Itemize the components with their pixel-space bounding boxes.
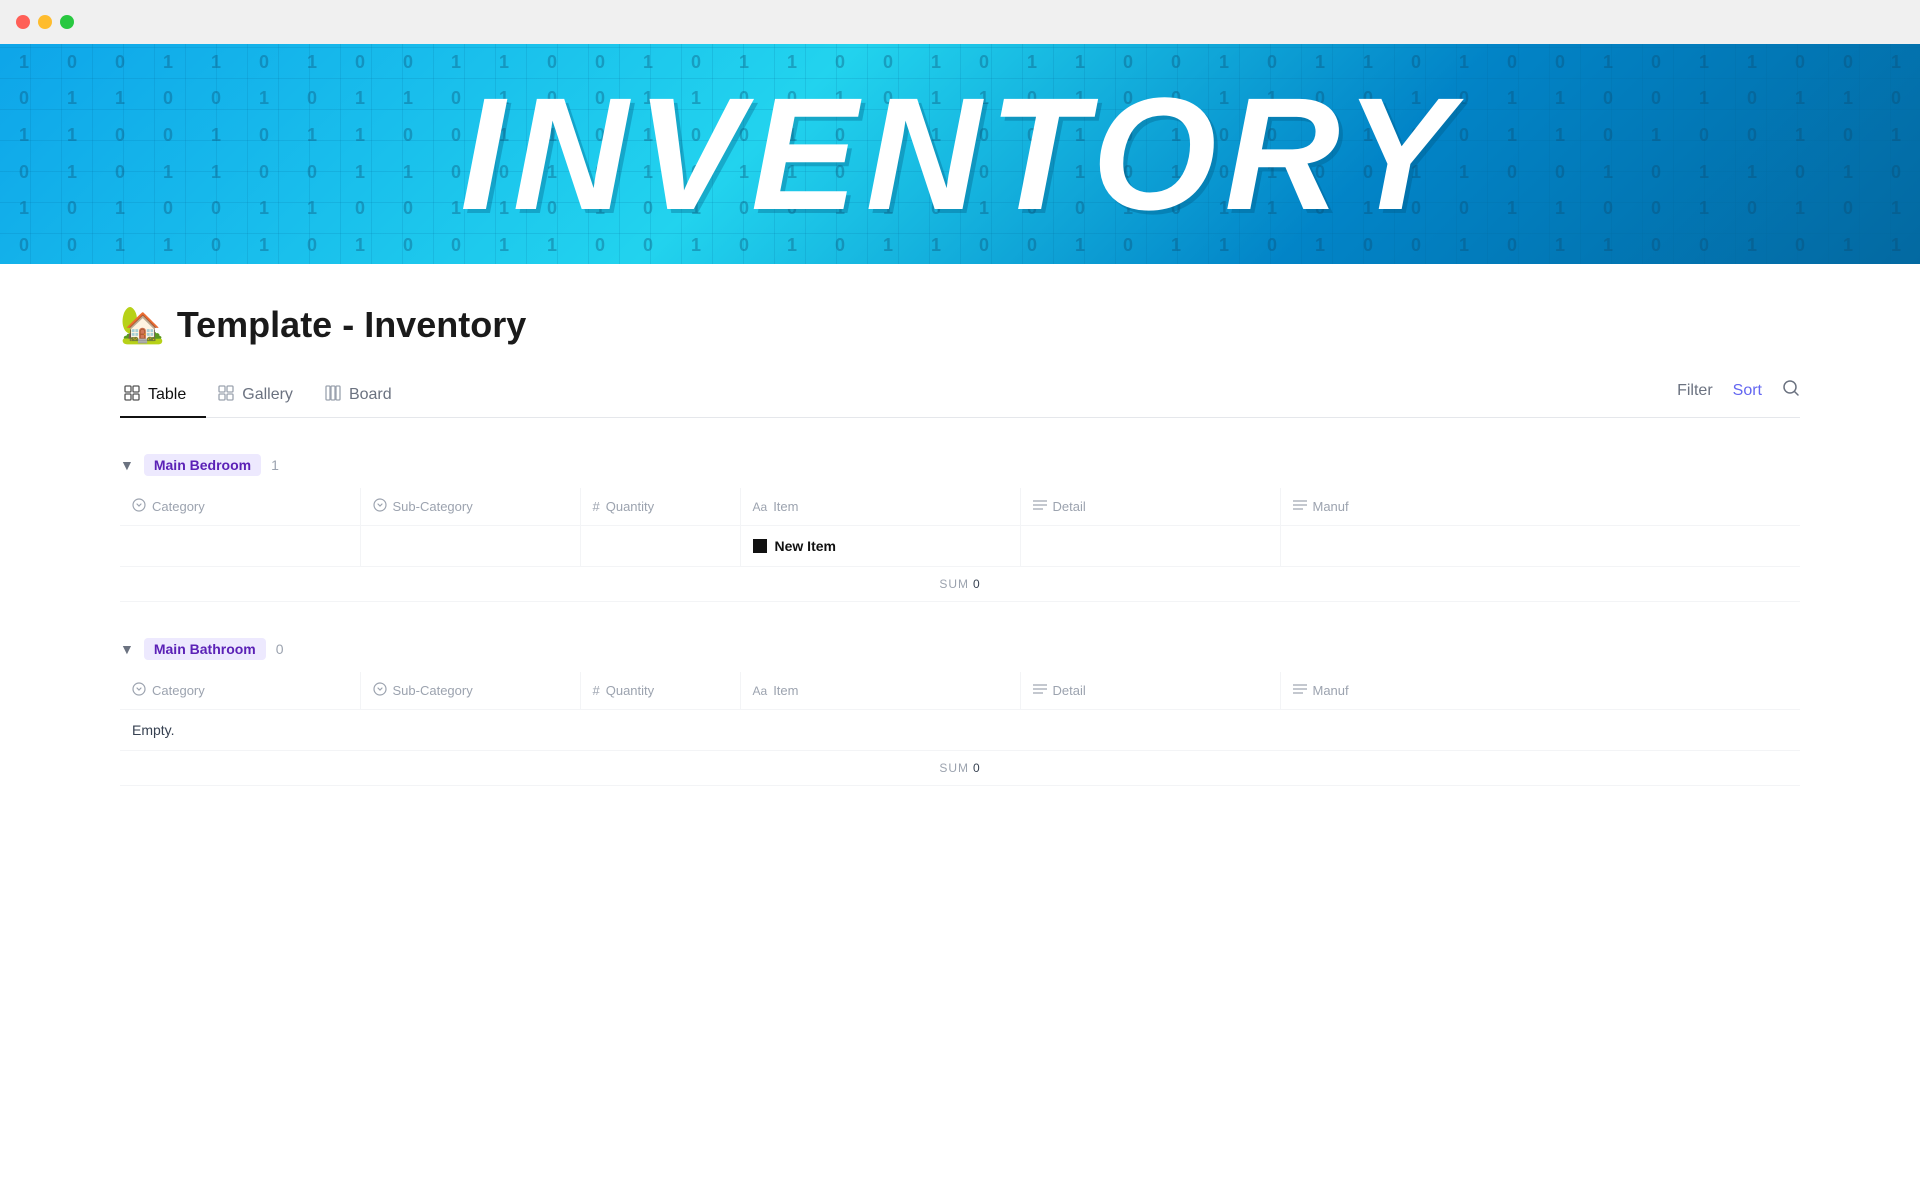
quantity-number-icon-2: #: [593, 683, 600, 698]
tabs-left: Table Gallery: [120, 374, 420, 417]
group-main-bathroom-count: 0: [276, 641, 284, 657]
group-main-bedroom-table: Category Sub-Category #: [120, 488, 1800, 567]
sum-value: 0: [973, 577, 981, 591]
filter-button[interactable]: Filter: [1677, 382, 1713, 400]
page-title-emoji: 🏡: [120, 304, 165, 346]
tabs-row: Table Gallery: [120, 374, 1800, 418]
col-header-detail: Detail: [1020, 488, 1280, 526]
group-main-bedroom-chevron[interactable]: ▼: [120, 457, 134, 473]
close-button[interactable]: [16, 15, 30, 29]
tab-table-label: Table: [148, 386, 186, 404]
group-main-bedroom-count: 1: [271, 457, 279, 473]
hero-title: INVENTORY: [460, 74, 1460, 234]
group-main-bathroom-table: Category Sub-Category #: [120, 672, 1800, 751]
item-text-icon: Aa: [753, 500, 768, 514]
table-empty-row: Empty.: [120, 710, 1800, 751]
sort-button[interactable]: Sort: [1733, 382, 1762, 400]
titlebar: [0, 0, 1920, 44]
category-select-icon-2: [132, 682, 146, 699]
detail-text-icon-2: [1033, 683, 1047, 698]
minimize-button[interactable]: [38, 15, 52, 29]
col-header-item: Aa Item: [740, 488, 1020, 526]
tab-board-label: Board: [349, 386, 392, 404]
cell-detail[interactable]: [1020, 526, 1280, 567]
subcategory-select-icon-2: [373, 682, 387, 699]
group-main-bathroom-chevron[interactable]: ▼: [120, 641, 134, 657]
main-content: 🏡 Template - Inventory Table: [0, 264, 1920, 826]
page-title-row: 🏡 Template - Inventory: [120, 304, 1800, 346]
group-main-bedroom: ▼ Main Bedroom 1 Category: [120, 446, 1800, 602]
cell-subcategory[interactable]: [360, 526, 580, 567]
tab-gallery[interactable]: Gallery: [214, 375, 313, 418]
col-header-item-2: Aa Item: [740, 672, 1020, 710]
col-header-category: Category: [120, 488, 360, 526]
group-main-bedroom-label[interactable]: Main Bedroom: [144, 454, 261, 476]
col-header-manuf-2: Manuf: [1280, 672, 1800, 710]
sum-label-2: SUM: [939, 761, 969, 775]
group-main-bedroom-sum: SUM 0: [120, 567, 1800, 602]
manuf-text-icon: [1293, 499, 1307, 514]
col-header-detail-2: Detail: [1020, 672, 1280, 710]
group-main-bathroom-label[interactable]: Main Bathroom: [144, 638, 266, 660]
col-header-subcategory-2: Sub-Category: [360, 672, 580, 710]
table-row[interactable]: New Item: [120, 526, 1800, 567]
tab-table[interactable]: Table: [120, 375, 206, 418]
table-icon: [124, 385, 140, 404]
col-header-quantity-2: # Quantity: [580, 672, 740, 710]
group-main-bathroom-sum: SUM 0: [120, 751, 1800, 786]
cell-quantity[interactable]: [580, 526, 740, 567]
category-select-icon: [132, 498, 146, 515]
cell-item[interactable]: New Item: [740, 526, 1020, 567]
cell-category[interactable]: [120, 526, 360, 567]
manuf-text-icon-2: [1293, 683, 1307, 698]
group-main-bathroom: ▼ Main Bathroom 0 Category: [120, 630, 1800, 786]
subcategory-select-icon: [373, 498, 387, 515]
empty-text: Empty.: [120, 710, 1800, 751]
hero-banner: 1001101001100101100101100101101001011001…: [0, 44, 1920, 264]
sum-label: SUM: [939, 577, 969, 591]
tabs-actions: Filter Sort: [1677, 379, 1800, 412]
tab-gallery-label: Gallery: [242, 386, 293, 404]
gallery-icon: [218, 385, 234, 404]
col-header-quantity: # Quantity: [580, 488, 740, 526]
quantity-number-icon: #: [593, 499, 600, 514]
board-icon: [325, 385, 341, 404]
group-main-bathroom-header: ▼ Main Bathroom 0: [120, 630, 1800, 668]
detail-text-icon: [1033, 499, 1047, 514]
maximize-button[interactable]: [60, 15, 74, 29]
col-header-subcategory: Sub-Category: [360, 488, 580, 526]
tab-board[interactable]: Board: [321, 375, 412, 418]
col-header-category-2: Category: [120, 672, 360, 710]
col-header-manuf: Manuf: [1280, 488, 1800, 526]
item-text-icon-2: Aa: [753, 684, 768, 698]
search-button[interactable]: [1782, 379, 1800, 402]
new-item-icon: [753, 539, 767, 553]
page-title: Template - Inventory: [177, 304, 526, 346]
new-item-label: New Item: [775, 538, 836, 554]
sum-value-2: 0: [973, 761, 981, 775]
group-main-bedroom-header: ▼ Main Bedroom 1: [120, 446, 1800, 484]
cell-manuf[interactable]: [1280, 526, 1800, 567]
